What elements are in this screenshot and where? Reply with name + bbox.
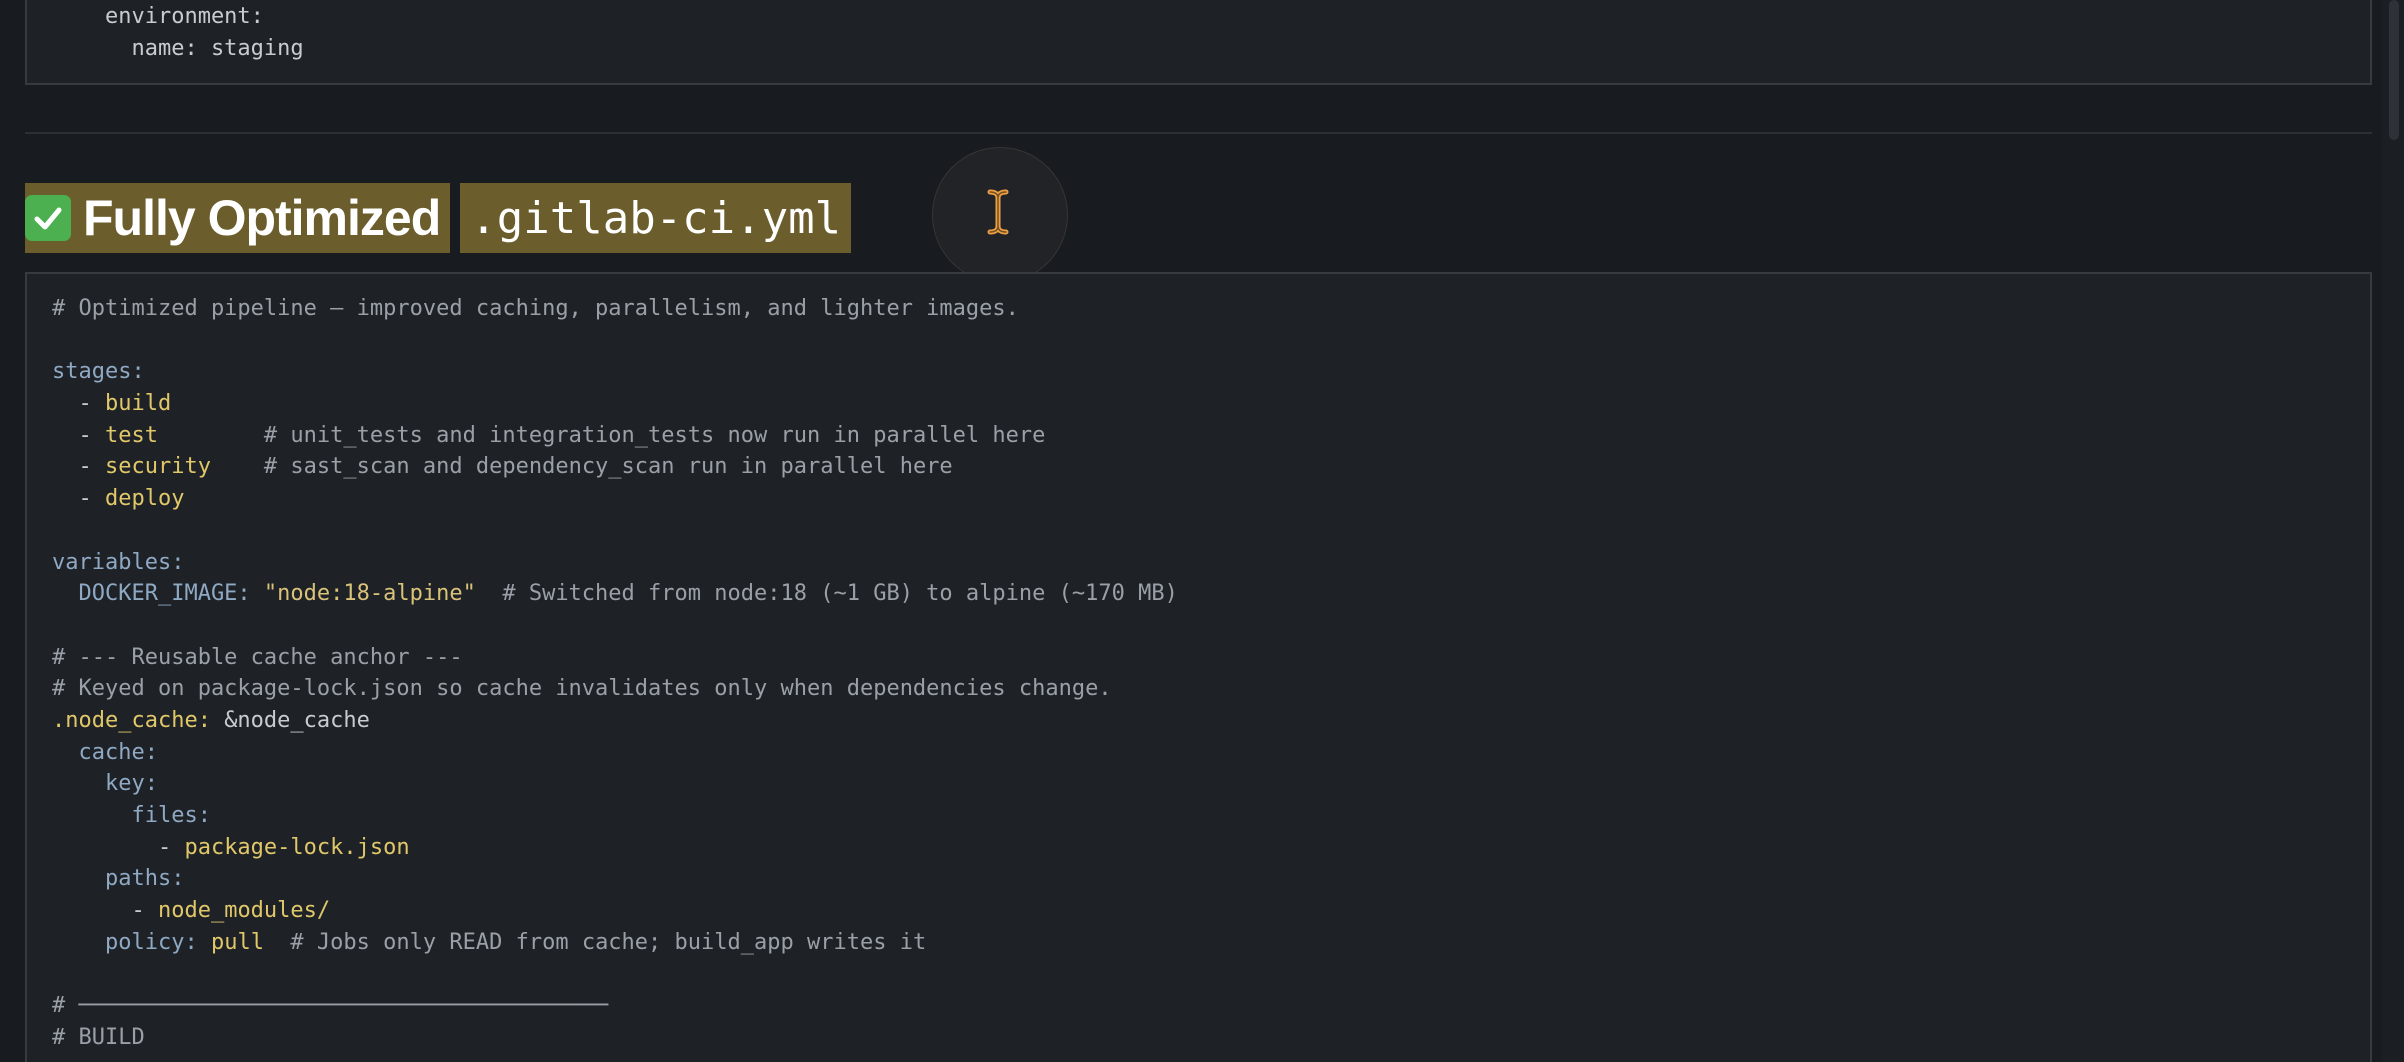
vertical-scrollbar[interactable] [2382,0,2404,1062]
code-token: - [52,422,105,448]
code-line: # ──────────────────────────────────────… [52,990,1178,1022]
code-token: deploy [104,486,185,512]
code-token: "node:18-alpine" [263,581,476,607]
code-line: key: [52,768,1178,800]
code-line: # BUILD [52,1022,1178,1054]
code-token: environment: [52,4,264,29]
code-token: key: [52,771,158,797]
code-token: # sast_scan and dependency_scan run in p… [210,454,953,480]
code-token: # unit_tests and integration_tests now r… [157,422,1046,448]
code-token: - [52,391,105,417]
code-token: - [52,454,105,480]
code-line: # Keyed on package-lock.json so cache in… [52,673,1178,705]
code-line: - deploy [52,483,1178,515]
code-line: # --- Reusable cache anchor --- [52,642,1178,674]
code-token: variables: [52,549,185,575]
code-token: package-lock.json [184,834,410,860]
text-cursor-icon [987,189,1009,235]
code-lines: # Optimized pipeline — improved caching,… [52,293,1178,1054]
heading-highlight[interactable]: Fully Optimized [25,183,451,253]
code-token: paths: [52,866,185,892]
code-token: &node_cache [224,707,370,733]
code-token: # Keyed on package-lock.json so cache in… [52,676,1112,702]
code-line: environment: [52,1,304,33]
code-line: name: staging [52,33,304,65]
code-token: # Jobs only READ from cache; build_app w… [263,929,927,955]
code-token: DOCKER_IMAGE: [52,581,264,607]
code-line: paths: [52,863,1178,895]
code-token: # --- Reusable cache anchor --- [52,644,463,670]
code-token: pull [210,929,264,955]
section-heading: Fully Optimized .gitlab-ci.yml [25,183,852,253]
code-token: .node_cache: [52,707,225,733]
code-line: stages: [52,356,1178,388]
code-token: files: [52,803,211,828]
scrollbar-thumb[interactable] [2389,0,2399,140]
markdown-preview-page: environment: name: staging Fully Optimiz… [0,0,2404,1062]
code-line: policy: pull # Jobs only READ from cache… [52,927,1178,959]
code-line: .node_cache: &node_cache [52,705,1178,737]
code-line: cache: [52,737,1178,769]
code-line: - test # unit_tests and integration_test… [52,420,1178,452]
code-line: - node_modules/ [52,895,1178,927]
code-line: - build [52,388,1178,420]
code-lines: environment: name: staging [52,1,304,64]
white-check-mark-icon [25,195,71,241]
code-token: cache: [52,739,158,765]
heading-text[interactable]: Fully Optimized [83,189,441,247]
code-line: DOCKER_IMAGE: "node:18-alpine" # Switche… [52,578,1178,610]
code-token: # ──────────────────────────────────────… [52,993,609,1019]
code-token: stages: [52,359,145,385]
code-token: - [52,834,185,860]
code-token: - [52,898,158,924]
code-token: test [104,422,158,448]
code-line: variables: [52,547,1178,579]
code-line: - package-lock.json [52,832,1178,864]
code-token: security [104,454,211,480]
code-token: name: staging [52,35,304,61]
code-block-gitlab-ci[interactable]: # Optimized pipeline — improved caching,… [25,272,2372,1062]
code-token: policy: [52,929,211,955]
code-token: build [104,391,172,417]
code-line: files: [52,800,1178,832]
code-token: # Optimized pipeline — improved caching,… [52,296,1019,321]
heading-inline-code[interactable]: .gitlab-ci.yml [460,183,852,253]
code-token: node_modules/ [157,898,331,924]
code-line: # Optimized pipeline — improved caching,… [52,293,1178,325]
code-line: - security # sast_scan and dependency_sc… [52,451,1178,483]
code-token: # Switched from node:18 (~1 GB) to alpin… [475,581,1178,607]
code-token: # BUILD [52,1024,145,1050]
code-token: - [52,486,105,512]
horizontal-rule [25,132,2372,134]
code-block-previous[interactable]: environment: name: staging [25,0,2372,85]
